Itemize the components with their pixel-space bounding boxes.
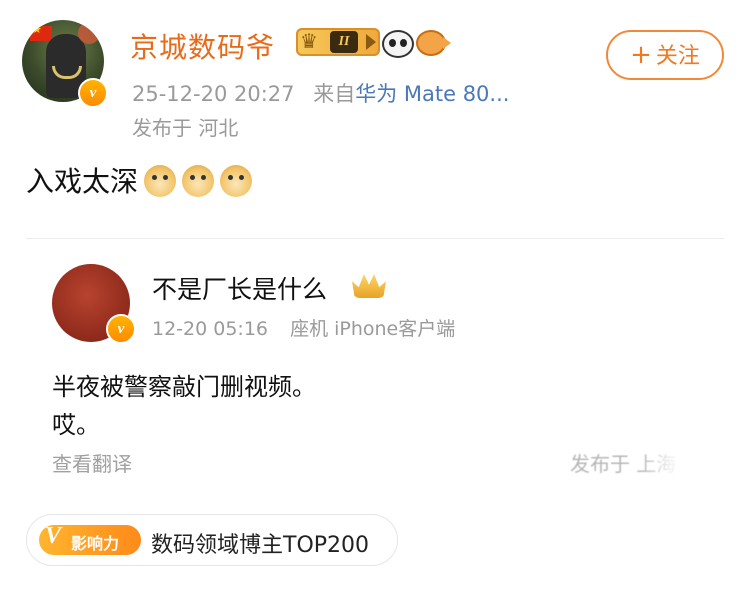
doge-emoji-icon <box>144 165 177 197</box>
device-link[interactable]: 华为 Mate 80... <box>355 82 509 106</box>
follow-label: 关注 <box>655 44 700 69</box>
influence-text: 数码领域博主TOP200 <box>151 533 370 558</box>
influence-tag[interactable]: V 影响力 数码领域博主TOP200 <box>26 514 398 566</box>
author-name[interactable]: 京城数码爷 <box>130 26 275 66</box>
quoted-meta: 12-20 05:16 座机 iPhone客户端 <box>152 314 455 341</box>
post-text: 入戏太深 <box>26 165 139 198</box>
crown-icon: ♛ <box>300 29 318 53</box>
panda-icon[interactable] <box>382 30 414 58</box>
verified-badge-icon: v <box>78 78 108 108</box>
influence-badge: V 影响力 <box>39 523 141 555</box>
pufferfish-icon[interactable] <box>416 30 451 56</box>
calligraphy-seal <box>74 280 110 320</box>
quoted-text-line: 半夜被警察敲门删视频。 <box>52 373 316 401</box>
post-body: 入戏太深 <box>26 160 253 200</box>
influence-v-icon: V <box>45 523 62 549</box>
quoted-timestamp: 12-20 05:16 <box>152 318 269 340</box>
location-fade-overlay <box>640 446 730 476</box>
avatar-lion-icon <box>78 22 100 44</box>
quoted-author-name[interactable]: 不是厂长是什么 <box>152 270 327 306</box>
source-prefix: 来自 <box>313 82 356 106</box>
level-arrow-icon <box>366 34 376 50</box>
post-location: 发布于 河北 <box>132 116 239 140</box>
post-meta: 25-12-20 20:27 来自华为 Mate 80... <box>132 78 509 108</box>
plus-icon: + <box>630 40 652 70</box>
doge-emoji-icon <box>182 165 215 197</box>
quoted-source: 座机 iPhone客户端 <box>290 318 456 340</box>
member-level-badge[interactable]: ♛ II <box>296 28 380 56</box>
influence-badge-label: 影响力 <box>71 534 120 553</box>
verified-badge-icon: v <box>106 314 136 344</box>
quoted-text-line: 哎。 <box>52 411 100 439</box>
translate-link[interactable]: 查看翻译 <box>52 448 132 477</box>
doge-emoji-icon <box>220 165 253 197</box>
quoted-body: 半夜被警察敲门删视频。 哎。 <box>52 368 316 444</box>
follow-button[interactable]: + 关注 <box>606 30 724 80</box>
level-number: II <box>330 31 358 53</box>
post-timestamp: 25-12-20 20:27 <box>132 82 295 106</box>
china-flag-icon <box>30 23 52 41</box>
crown-icon[interactable] <box>352 274 386 298</box>
divider <box>26 238 724 239</box>
